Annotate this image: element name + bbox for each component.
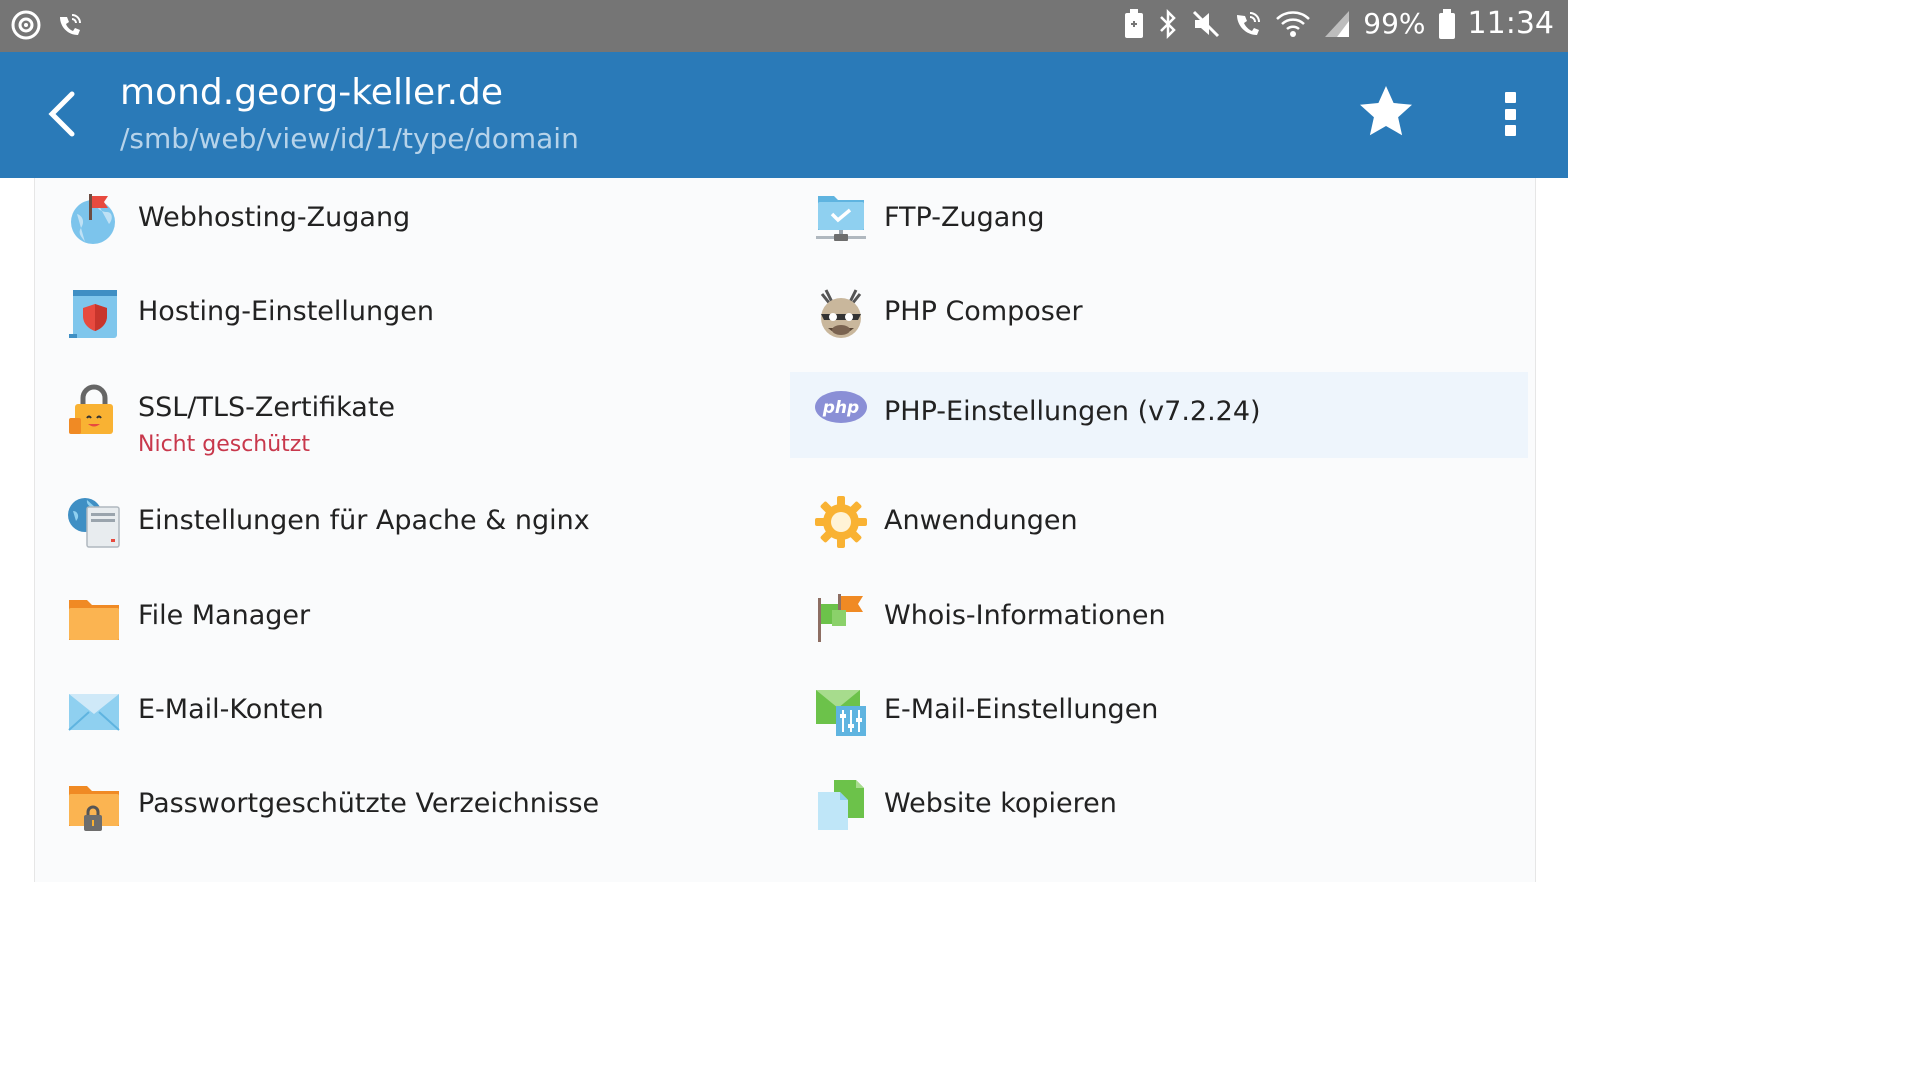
- menu-item-webhosting-access[interactable]: Webhosting-Zugang: [35, 178, 775, 264]
- mute-icon: [1191, 9, 1221, 39]
- menu-item-apache-nginx-settings[interactable]: Einstellungen für Apache & nginx: [35, 481, 775, 567]
- page-path: /smb/web/view/id/1/type/domain: [120, 122, 579, 155]
- php-icon: php: [814, 386, 868, 440]
- menu-item-label: Passwortgeschützte Verzeichnisse: [138, 788, 600, 819]
- star-icon: [1360, 86, 1412, 136]
- favorite-button[interactable]: [1356, 82, 1416, 142]
- menu-item-php-settings[interactable]: php PHP-Einstellungen (v7.2.24): [790, 372, 1528, 458]
- menu-item-label: PHP-Einstellungen (v7.2.24): [884, 396, 1261, 427]
- menu-item-label: PHP Composer: [884, 296, 1083, 327]
- clock: 11:34: [1467, 6, 1554, 41]
- status-bar-right: 99% 11:34: [1123, 6, 1554, 41]
- page-title: mond.georg-keller.de: [120, 72, 504, 113]
- flags-icon: [814, 590, 868, 644]
- menu-item-label: Hosting-Einstellungen: [138, 296, 434, 327]
- php-logo-text: php: [822, 398, 859, 418]
- status-bar-left: [10, 9, 84, 41]
- back-button[interactable]: [40, 86, 84, 142]
- menu-item-label: Webhosting-Zugang: [138, 202, 411, 233]
- menu-item-protected-directories[interactable]: Passwortgeschützte Verzeichnisse: [35, 764, 775, 850]
- shield-document-icon: [67, 286, 121, 340]
- menu-item-copy-website[interactable]: Website kopieren: [790, 764, 1528, 850]
- menu-item-label: Whois-Informationen: [884, 600, 1166, 631]
- envelope-icon: [67, 684, 121, 738]
- menu-item-label: E-Mail-Konten: [138, 694, 324, 725]
- wifi-call-icon: [1233, 9, 1263, 39]
- menu-item-label: FTP-Zugang: [884, 202, 1045, 233]
- menu-item-label: Anwendungen: [884, 505, 1078, 536]
- menu-item-label: E-Mail-Einstellungen: [884, 694, 1159, 725]
- menu-item-ssl-certificates[interactable]: SSL/TLS-Zertifikate Nicht geschützt: [35, 368, 775, 468]
- wifi-call-icon: [56, 11, 84, 39]
- target-icon: [10, 9, 42, 41]
- folder-icon: [67, 590, 121, 644]
- web-server-icon: [67, 495, 121, 549]
- signal-icon: [1323, 9, 1351, 39]
- battery-percentage: 99%: [1363, 7, 1426, 40]
- overflow-menu-button[interactable]: [1490, 86, 1530, 142]
- menu-item-email-settings[interactable]: E-Mail-Einstellungen: [790, 670, 1528, 756]
- mail-settings-icon: [814, 684, 868, 738]
- menu-dot-icon: [1504, 125, 1516, 136]
- status-bar: 99% 11:34: [0, 0, 1568, 52]
- menu-dot-icon: [1504, 108, 1516, 120]
- menu-item-label: Website kopieren: [884, 788, 1117, 819]
- back-arrow-icon: [48, 91, 75, 137]
- app-bar: mond.georg-keller.de /smb/web/view/id/1/…: [0, 52, 1568, 178]
- domain-tools-grid: Webhosting-Zugang Hosting-Einstellungen …: [34, 178, 1536, 882]
- menu-item-hosting-settings[interactable]: Hosting-Einstellungen: [35, 272, 775, 358]
- gear-icon: [814, 495, 868, 549]
- battery-saver-icon: [1123, 8, 1145, 40]
- menu-item-email-accounts[interactable]: E-Mail-Konten: [35, 670, 775, 756]
- composer-icon: [814, 286, 868, 340]
- ftp-folder-icon: [814, 192, 868, 246]
- menu-item-file-manager[interactable]: File Manager: [35, 576, 775, 662]
- menu-item-label: Einstellungen für Apache & nginx: [138, 505, 590, 536]
- globe-flag-icon: [67, 192, 121, 246]
- menu-item-label: SSL/TLS-Zertifikate: [138, 392, 396, 423]
- copy-document-icon: [814, 778, 868, 832]
- menu-item-whois[interactable]: Whois-Informationen: [790, 576, 1528, 662]
- bluetooth-icon: [1157, 8, 1179, 40]
- ssl-status-warning: Nicht geschützt: [138, 432, 310, 457]
- padlock-icon: [67, 382, 121, 436]
- menu-item-label: File Manager: [138, 600, 311, 631]
- locked-folder-icon: [67, 778, 121, 832]
- menu-dot-icon: [1504, 92, 1516, 103]
- menu-item-php-composer[interactable]: PHP Composer: [790, 272, 1528, 358]
- wifi-icon: [1275, 9, 1311, 39]
- menu-item-ftp-access[interactable]: FTP-Zugang: [790, 178, 1528, 264]
- battery-icon: [1438, 8, 1456, 40]
- menu-item-applications[interactable]: Anwendungen: [790, 481, 1528, 567]
